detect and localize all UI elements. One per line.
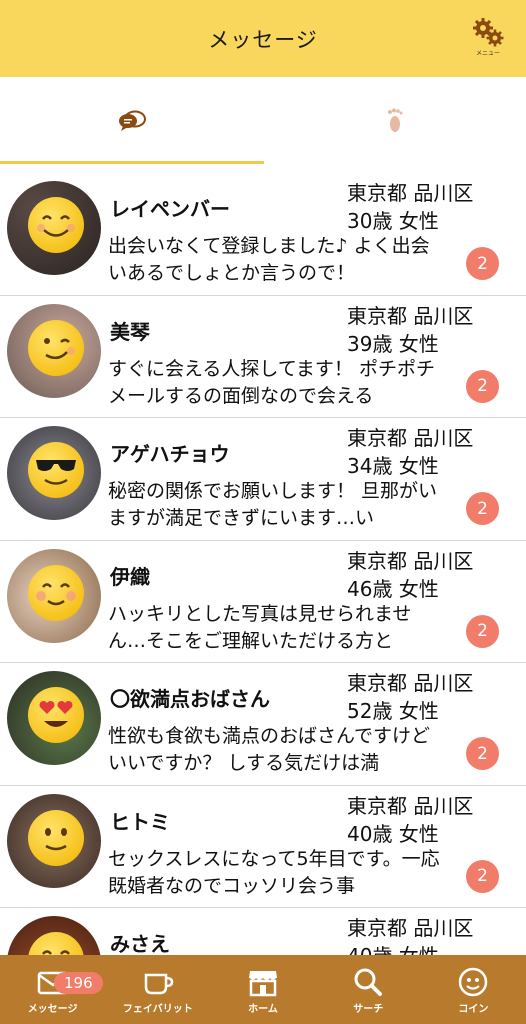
nav-messages[interactable]: メッセージ 196 bbox=[0, 955, 105, 1024]
winking-face-icon bbox=[28, 319, 84, 376]
nav-favorites[interactable]: フェイバリット bbox=[105, 955, 210, 1024]
user-location: 東京都 品川区 bbox=[347, 426, 474, 450]
user-location: 東京都 品川区 bbox=[347, 181, 474, 205]
chat-bubbles-icon bbox=[118, 110, 146, 131]
footprint-icon bbox=[387, 108, 402, 132]
user-age-gender: 39歳 女性 bbox=[347, 331, 439, 356]
avatar bbox=[7, 426, 101, 520]
list-item[interactable]: アゲハチョウ 東京都 品川区 34歳 女性 秘密の関係でお願いします！ 旦那がい… bbox=[0, 418, 526, 541]
list-item[interactable]: ヒトミ 東京都 品川区 40歳 女性 セックスレスになって5年目です。一応既婚者… bbox=[0, 785, 526, 908]
nav-search[interactable]: サーチ bbox=[316, 955, 421, 1024]
user-name: みさえ bbox=[110, 932, 170, 955]
avatar bbox=[7, 671, 101, 765]
avatar bbox=[7, 303, 101, 398]
user-name: 〇欲満点おばさん bbox=[110, 687, 270, 711]
gear-icon bbox=[473, 18, 504, 47]
avatar bbox=[7, 548, 101, 643]
shop-icon bbox=[249, 971, 277, 997]
menu-label: メニュー bbox=[475, 50, 500, 57]
nav-home[interactable]: ホーム bbox=[210, 955, 315, 1024]
page-title: メッセージ bbox=[208, 27, 318, 52]
list-item[interactable]: みさえ 東京都 品川区 40歳 女性 bbox=[0, 908, 526, 955]
user-name: 美琴 bbox=[110, 319, 150, 344]
unread-badge: 2 bbox=[466, 859, 499, 893]
user-age-gender: 46歳 女性 bbox=[347, 576, 439, 601]
list-item[interactable]: 〇欲満点おばさん 東京都 品川区 52歳 女性 性欲も食欲も満点のおばさんですけ… bbox=[0, 663, 526, 786]
user-name: レイペンバー bbox=[110, 197, 230, 221]
nav-label: フェイバリット bbox=[122, 1004, 193, 1015]
nav-label: メッセージ bbox=[27, 1004, 78, 1015]
user-location: 東京都 品川区 bbox=[347, 916, 474, 940]
user-location: 東京都 品川区 bbox=[347, 303, 474, 328]
header-bar: メッセージ メニュー bbox=[0, 0, 526, 77]
list-item[interactable]: レイペンバー 東京都 品川区 30歳 女性 出会いなくて登録しました♪ よく出会… bbox=[0, 173, 526, 296]
nav-label: コイン bbox=[458, 1004, 489, 1015]
user-age-gender: 30歳 女性 bbox=[347, 209, 439, 233]
bottom-nav: メッセージ 196 フェイバリット ホーム サーチ コイン bbox=[0, 955, 526, 1024]
message-preview: すぐに会える人探してます！ ポチポチメールするの面倒なので会える bbox=[108, 357, 435, 406]
unread-badge: 2 bbox=[466, 492, 499, 525]
nav-label: サーチ bbox=[353, 1004, 384, 1015]
user-location: 東京都 品川区 bbox=[347, 793, 474, 818]
tab-bar bbox=[0, 77, 526, 165]
message-preview: セックスレスになって5年目です。一応既婚者なのでコッソリ会う事 bbox=[108, 847, 440, 896]
avatar bbox=[7, 793, 101, 888]
unread-badge: 2 bbox=[466, 614, 499, 648]
tab-footprints[interactable] bbox=[263, 77, 526, 165]
search-icon bbox=[354, 968, 383, 996]
user-name: アゲハチョウ bbox=[110, 442, 230, 466]
active-tab-indicator bbox=[0, 161, 264, 164]
unread-badge: 2 bbox=[466, 737, 499, 770]
blushing-face-icon bbox=[28, 564, 84, 621]
message-preview: 出会いなくて登録しました♪ よく出会いあるでしょとか言うので！ bbox=[108, 235, 430, 283]
user-age-gender: 40歳 女性 bbox=[347, 821, 439, 846]
smiling-face-icon bbox=[28, 932, 84, 955]
nav-label: ホーム bbox=[248, 1004, 278, 1015]
message-preview: 性欲も食欲も満点のおばさんですけどいいですか？ しする気だけは満 bbox=[108, 725, 431, 773]
user-location: 東京都 品川区 bbox=[347, 671, 474, 695]
user-name: 伊織 bbox=[110, 564, 150, 589]
slight-smile-face-icon bbox=[28, 809, 84, 866]
unread-badge: 2 bbox=[466, 247, 499, 280]
user-age-gender: 52歳 女性 bbox=[347, 699, 439, 723]
menu-button[interactable]: メニュー bbox=[470, 16, 506, 62]
nav-coins[interactable]: コイン bbox=[421, 955, 526, 1024]
sunglasses-face-icon bbox=[28, 442, 84, 498]
heart-eyes-face-icon bbox=[28, 687, 84, 743]
user-name: ヒトミ bbox=[110, 809, 170, 834]
coin-icon bbox=[459, 967, 488, 997]
message-preview: 秘密の関係でお願いします！ 旦那がいますが満足できずにいます…い bbox=[108, 480, 438, 528]
user-location: 東京都 品川区 bbox=[347, 548, 474, 573]
user-age-gender: 34歳 女性 bbox=[347, 454, 439, 478]
message-list[interactable]: レイペンバー 東京都 品川区 30歳 女性 出会いなくて登録しました♪ よく出会… bbox=[0, 173, 526, 955]
list-item[interactable]: 美琴 東京都 品川区 39歳 女性 すぐに会える人探してます！ ポチポチメールす… bbox=[0, 295, 526, 418]
tab-messages[interactable] bbox=[0, 77, 263, 165]
user-age-gender: 40歳 女性 bbox=[347, 942, 439, 955]
coffee-cup-icon bbox=[144, 973, 174, 995]
unread-badge: 2 bbox=[466, 369, 499, 403]
list-item[interactable]: 伊織 東京都 品川区 46歳 女性 ハッキリとした写真は見せられません…そこをご… bbox=[0, 540, 526, 663]
smiling-face-icon bbox=[28, 197, 84, 253]
message-preview: ハッキリとした写真は見せられません…そこをご理解いただける方と bbox=[108, 602, 412, 651]
unread-count-badge: 196 bbox=[54, 972, 103, 994]
avatar bbox=[7, 181, 101, 275]
avatar bbox=[7, 916, 101, 955]
